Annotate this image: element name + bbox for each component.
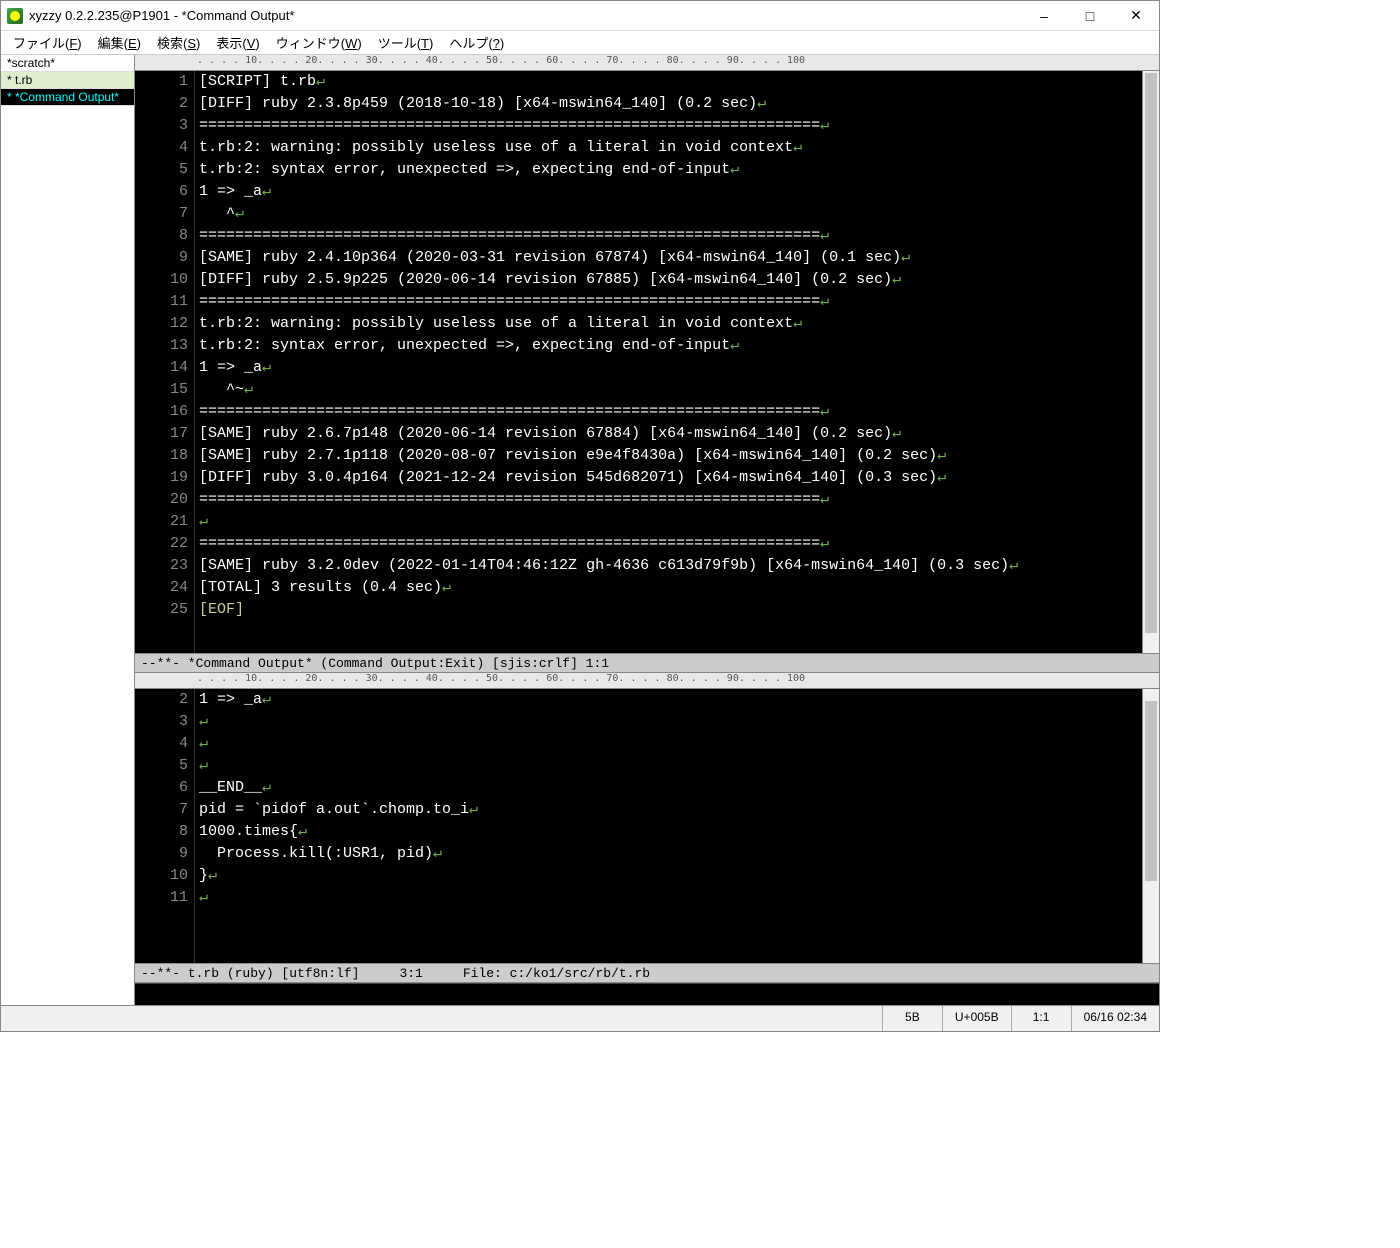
app-icon xyxy=(7,8,23,24)
status-time: 06/16 02:34 xyxy=(1071,1006,1159,1031)
app-window: xyzzy 0.2.2.235@P1901 - *Command Output*… xyxy=(0,0,1160,1032)
bottom-pane: . . . . 10. . . . 20. . . . 30. . . . 40… xyxy=(135,673,1159,983)
gutter-top: 1234567891011121314151617181920212223242… xyxy=(135,71,195,653)
maximize-button[interactable]: □ xyxy=(1067,1,1113,31)
menu-w[interactable]: ウィンドウ(W) xyxy=(268,31,370,54)
menu-v[interactable]: 表示(V) xyxy=(208,31,267,54)
minibuffer[interactable] xyxy=(135,983,1159,1005)
menu-t[interactable]: ツール(T) xyxy=(370,31,442,54)
code-bottom[interactable]: 1 => _a↵↵↵↵__END__↵pid = `pidof a.out`.c… xyxy=(195,689,1142,963)
modeline-bottom: --**- t.rb (ruby) [utf8n:lf] 3:1 File: c… xyxy=(135,963,1159,983)
scrollbar-top[interactable] xyxy=(1142,71,1159,653)
modeline-top-text: --**- *Command Output* (Command Output:E… xyxy=(141,656,609,671)
menu-?[interactable]: ヘルプ(?) xyxy=(441,31,512,54)
ruler-bottom: . . . . 10. . . . 20. . . . 30. . . . 40… xyxy=(135,673,1159,689)
workarea: *scratch** t.rb* *Command Output* . . . … xyxy=(1,55,1159,1005)
editor-area: . . . . 10. . . . 20. . . . 30. . . . 40… xyxy=(135,55,1159,1005)
status-char: 5B xyxy=(882,1006,942,1031)
edit-bottom[interactable]: 234567891011 1 => _a↵↵↵↵__END__↵pid = `p… xyxy=(135,689,1159,963)
menu-f[interactable]: ファイル(F) xyxy=(5,31,90,54)
buffer-item[interactable]: * *Command Output* xyxy=(1,89,134,106)
menubar: ファイル(F)編集(E)検索(S)表示(V)ウィンドウ(W)ツール(T)ヘルプ(… xyxy=(1,31,1159,55)
buffer-item[interactable]: * t.rb xyxy=(1,72,134,89)
status-codepoint: U+005B xyxy=(942,1006,1011,1031)
code-top[interactable]: [SCRIPT] t.rb↵[DIFF] ruby 2.3.8p459 (201… xyxy=(195,71,1142,653)
scrollbar-bottom[interactable] xyxy=(1142,689,1159,963)
modeline-bottom-right: File: c:/ko1/src/rb/t.rb xyxy=(463,966,650,981)
menu-e[interactable]: 編集(E) xyxy=(90,31,149,54)
modeline-bottom-left: --**- t.rb (ruby) [utf8n:lf] xyxy=(141,966,359,981)
status-pos: 1:1 xyxy=(1011,1006,1071,1031)
window-title: xyzzy 0.2.2.235@P1901 - *Command Output* xyxy=(29,8,1021,23)
titlebar[interactable]: xyzzy 0.2.2.235@P1901 - *Command Output*… xyxy=(1,1,1159,31)
gutter-bottom: 234567891011 xyxy=(135,689,195,963)
edit-top[interactable]: 1234567891011121314151617181920212223242… xyxy=(135,71,1159,653)
menu-s[interactable]: 検索(S) xyxy=(149,31,208,54)
modeline-top: --**- *Command Output* (Command Output:E… xyxy=(135,653,1159,673)
statusbar: 5B U+005B 1:1 06/16 02:34 xyxy=(1,1005,1159,1031)
close-button[interactable]: ✕ xyxy=(1113,1,1159,31)
buffer-item[interactable]: *scratch* xyxy=(1,55,134,72)
ruler-top: . . . . 10. . . . 20. . . . 30. . . . 40… xyxy=(135,55,1159,71)
buffer-list: *scratch** t.rb* *Command Output* xyxy=(1,55,135,1005)
minimize-button[interactable]: – xyxy=(1021,1,1067,31)
modeline-bottom-mid: 3:1 xyxy=(399,966,422,981)
top-pane: . . . . 10. . . . 20. . . . 30. . . . 40… xyxy=(135,55,1159,673)
